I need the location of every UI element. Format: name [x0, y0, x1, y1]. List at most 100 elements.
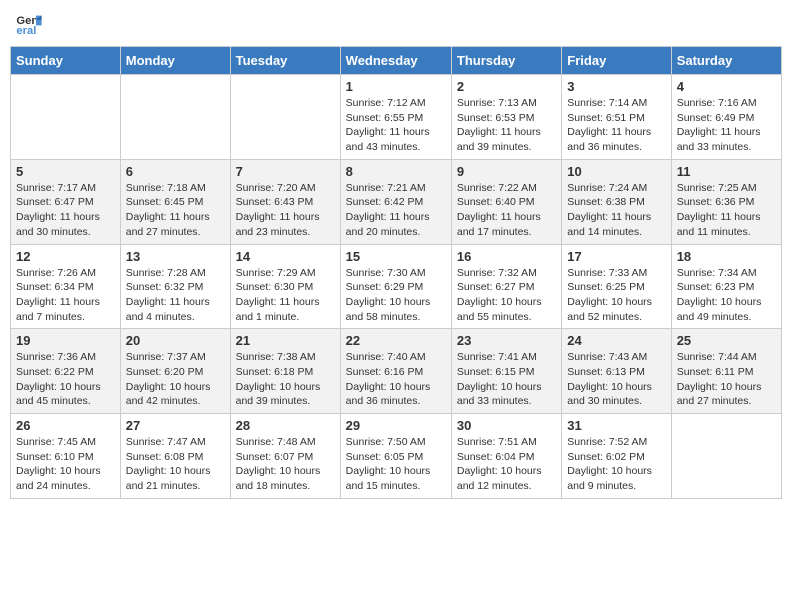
day-info: Sunrise: 7:20 AMSunset: 6:43 PMDaylight:… [236, 181, 335, 240]
day-number: 27 [126, 418, 225, 433]
weekday-header-friday: Friday [562, 47, 671, 75]
day-number: 17 [567, 249, 665, 264]
calendar-cell [671, 414, 781, 499]
day-info: Sunrise: 7:43 AMSunset: 6:13 PMDaylight:… [567, 350, 665, 409]
day-info: Sunrise: 7:21 AMSunset: 6:42 PMDaylight:… [346, 181, 446, 240]
day-number: 22 [346, 333, 446, 348]
day-number: 13 [126, 249, 225, 264]
day-number: 2 [457, 79, 556, 94]
calendar-cell [120, 75, 230, 160]
calendar-cell: 13 Sunrise: 7:28 AMSunset: 6:32 PMDayligh… [120, 244, 230, 329]
calendar-cell: 2Sunrise: 7:13 AMSunset: 6:53 PMDaylight… [451, 75, 561, 160]
page-header: Gen eral [10, 10, 782, 38]
day-info: Sunrise: 7:30 AMSunset: 6:29 PMDaylight:… [346, 266, 446, 325]
calendar-table: SundayMondayTuesdayWednesdayThursdayFrid… [10, 46, 782, 499]
day-number: 19 [16, 333, 115, 348]
calendar-cell: 17 Sunrise: 7:33 AMSunset: 6:25 PMDayligh… [562, 244, 671, 329]
day-info: Sunrise: 7:32 AMSunset: 6:27 PMDaylight:… [457, 266, 556, 325]
logo: Gen eral [15, 10, 45, 38]
day-info: Sunrise: 7:51 AMSunset: 6:04 PMDaylight:… [457, 435, 556, 494]
day-number: 8 [346, 164, 446, 179]
calendar-cell [11, 75, 121, 160]
calendar-cell: 11 Sunrise: 7:25 AMSunset: 6:36 PMDayligh… [671, 159, 781, 244]
calendar-cell: 15 Sunrise: 7:30 AMSunset: 6:29 PMDayligh… [340, 244, 451, 329]
calendar-cell: 14Sunrise: 7:29 AMSunset: 6:30 PMDayligh… [230, 244, 340, 329]
day-info: Sunrise: 7:12 AMSunset: 6:55 PMDaylight:… [346, 96, 446, 155]
day-number: 6 [126, 164, 225, 179]
day-info: Sunrise: 7:28 AMSunset: 6:32 PMDaylight:… [126, 266, 225, 325]
day-number: 11 [677, 164, 776, 179]
calendar-cell: 26 Sunrise: 7:45 AMSunset: 6:10 PMDayligh… [11, 414, 121, 499]
calendar-cell: 28 Sunrise: 7:48 AMSunset: 6:07 PMDayligh… [230, 414, 340, 499]
calendar-week-row: 19 Sunrise: 7:36 AMSunset: 6:22 PMDayligh… [11, 329, 782, 414]
day-number: 24 [567, 333, 665, 348]
calendar-cell: 18 Sunrise: 7:34 AMSunset: 6:23 PMDayligh… [671, 244, 781, 329]
day-number: 29 [346, 418, 446, 433]
day-info: Sunrise: 7:40 AMSunset: 6:16 PMDaylight:… [346, 350, 446, 409]
day-number: 26 [16, 418, 115, 433]
calendar-cell: 1 Sunrise: 7:12 AMSunset: 6:55 PMDaylight… [340, 75, 451, 160]
day-info: Sunrise: 7:33 AMSunset: 6:25 PMDaylight:… [567, 266, 665, 325]
day-number: 31 [567, 418, 665, 433]
day-info: Sunrise: 7:50 AMSunset: 6:05 PMDaylight:… [346, 435, 446, 494]
calendar-cell: 16 Sunrise: 7:32 AMSunset: 6:27 PMDayligh… [451, 244, 561, 329]
weekday-header-saturday: Saturday [671, 47, 781, 75]
calendar-cell: 23Sunrise: 7:41 AMSunset: 6:15 PMDayligh… [451, 329, 561, 414]
calendar-cell: 29 Sunrise: 7:50 AMSunset: 6:05 PMDayligh… [340, 414, 451, 499]
day-info: Sunrise: 7:44 AMSunset: 6:11 PMDaylight:… [677, 350, 776, 409]
day-number: 14 [236, 249, 335, 264]
day-number: 7 [236, 164, 335, 179]
day-info: Sunrise: 7:36 AMSunset: 6:22 PMDaylight:… [16, 350, 115, 409]
day-number: 16 [457, 249, 556, 264]
day-info: Sunrise: 7:41 AMSunset: 6:15 PMDaylight:… [457, 350, 556, 409]
day-info: Sunrise: 7:14 AMSunset: 6:51 PMDaylight:… [567, 96, 665, 155]
weekday-header-tuesday: Tuesday [230, 47, 340, 75]
weekday-header-monday: Monday [120, 47, 230, 75]
calendar-cell: 5 Sunrise: 7:17 AMSunset: 6:47 PMDaylight… [11, 159, 121, 244]
day-number: 28 [236, 418, 335, 433]
day-number: 25 [677, 333, 776, 348]
day-number: 1 [346, 79, 446, 94]
calendar-week-row: 5 Sunrise: 7:17 AMSunset: 6:47 PMDaylight… [11, 159, 782, 244]
calendar-cell: 9 Sunrise: 7:22 AMSunset: 6:40 PMDaylight… [451, 159, 561, 244]
day-number: 15 [346, 249, 446, 264]
day-number: 10 [567, 164, 665, 179]
day-number: 30 [457, 418, 556, 433]
day-info: Sunrise: 7:52 AMSunset: 6:02 PMDaylight:… [567, 435, 665, 494]
day-number: 21 [236, 333, 335, 348]
weekday-header-row: SundayMondayTuesdayWednesdayThursdayFrid… [11, 47, 782, 75]
day-info: Sunrise: 7:17 AMSunset: 6:47 PMDaylight:… [16, 181, 115, 240]
day-info: Sunrise: 7:22 AMSunset: 6:40 PMDaylight:… [457, 181, 556, 240]
weekday-header-sunday: Sunday [11, 47, 121, 75]
day-number: 4 [677, 79, 776, 94]
calendar-cell: 27 Sunrise: 7:47 AMSunset: 6:08 PMDayligh… [120, 414, 230, 499]
day-number: 9 [457, 164, 556, 179]
logo-icon: Gen eral [15, 10, 43, 38]
day-info: Sunrise: 7:47 AMSunset: 6:08 PMDaylight:… [126, 435, 225, 494]
day-number: 18 [677, 249, 776, 264]
calendar-cell: 30 Sunrise: 7:51 AMSunset: 6:04 PMDayligh… [451, 414, 561, 499]
day-number: 5 [16, 164, 115, 179]
day-info: Sunrise: 7:18 AMSunset: 6:45 PMDaylight:… [126, 181, 225, 240]
day-info: Sunrise: 7:34 AMSunset: 6:23 PMDaylight:… [677, 266, 776, 325]
day-number: 3 [567, 79, 665, 94]
day-info: Sunrise: 7:37 AMSunset: 6:20 PMDaylight:… [126, 350, 225, 409]
day-info: Sunrise: 7:26 AMSunset: 6:34 PMDaylight:… [16, 266, 115, 325]
calendar-cell: 24 Sunrise: 7:43 AMSunset: 6:13 PMDayligh… [562, 329, 671, 414]
calendar-cell: 21Sunrise: 7:38 AMSunset: 6:18 PMDayligh… [230, 329, 340, 414]
calendar-week-row: 12 Sunrise: 7:26 AMSunset: 6:34 PMDayligh… [11, 244, 782, 329]
calendar-cell: 7 Sunrise: 7:20 AMSunset: 6:43 PMDaylight… [230, 159, 340, 244]
calendar-week-row: 1 Sunrise: 7:12 AMSunset: 6:55 PMDaylight… [11, 75, 782, 160]
day-info: Sunrise: 7:25 AMSunset: 6:36 PMDaylight:… [677, 181, 776, 240]
day-number: 12 [16, 249, 115, 264]
day-number: 20 [126, 333, 225, 348]
calendar-cell [230, 75, 340, 160]
calendar-cell: 4Sunrise: 7:16 AMSunset: 6:49 PMDaylight… [671, 75, 781, 160]
calendar-cell: 8 Sunrise: 7:21 AMSunset: 6:42 PMDaylight… [340, 159, 451, 244]
day-info: Sunrise: 7:24 AMSunset: 6:38 PMDaylight:… [567, 181, 665, 240]
day-info: Sunrise: 7:45 AMSunset: 6:10 PMDaylight:… [16, 435, 115, 494]
weekday-header-wednesday: Wednesday [340, 47, 451, 75]
weekday-header-thursday: Thursday [451, 47, 561, 75]
calendar-cell: 19 Sunrise: 7:36 AMSunset: 6:22 PMDayligh… [11, 329, 121, 414]
day-info: Sunrise: 7:48 AMSunset: 6:07 PMDaylight:… [236, 435, 335, 494]
